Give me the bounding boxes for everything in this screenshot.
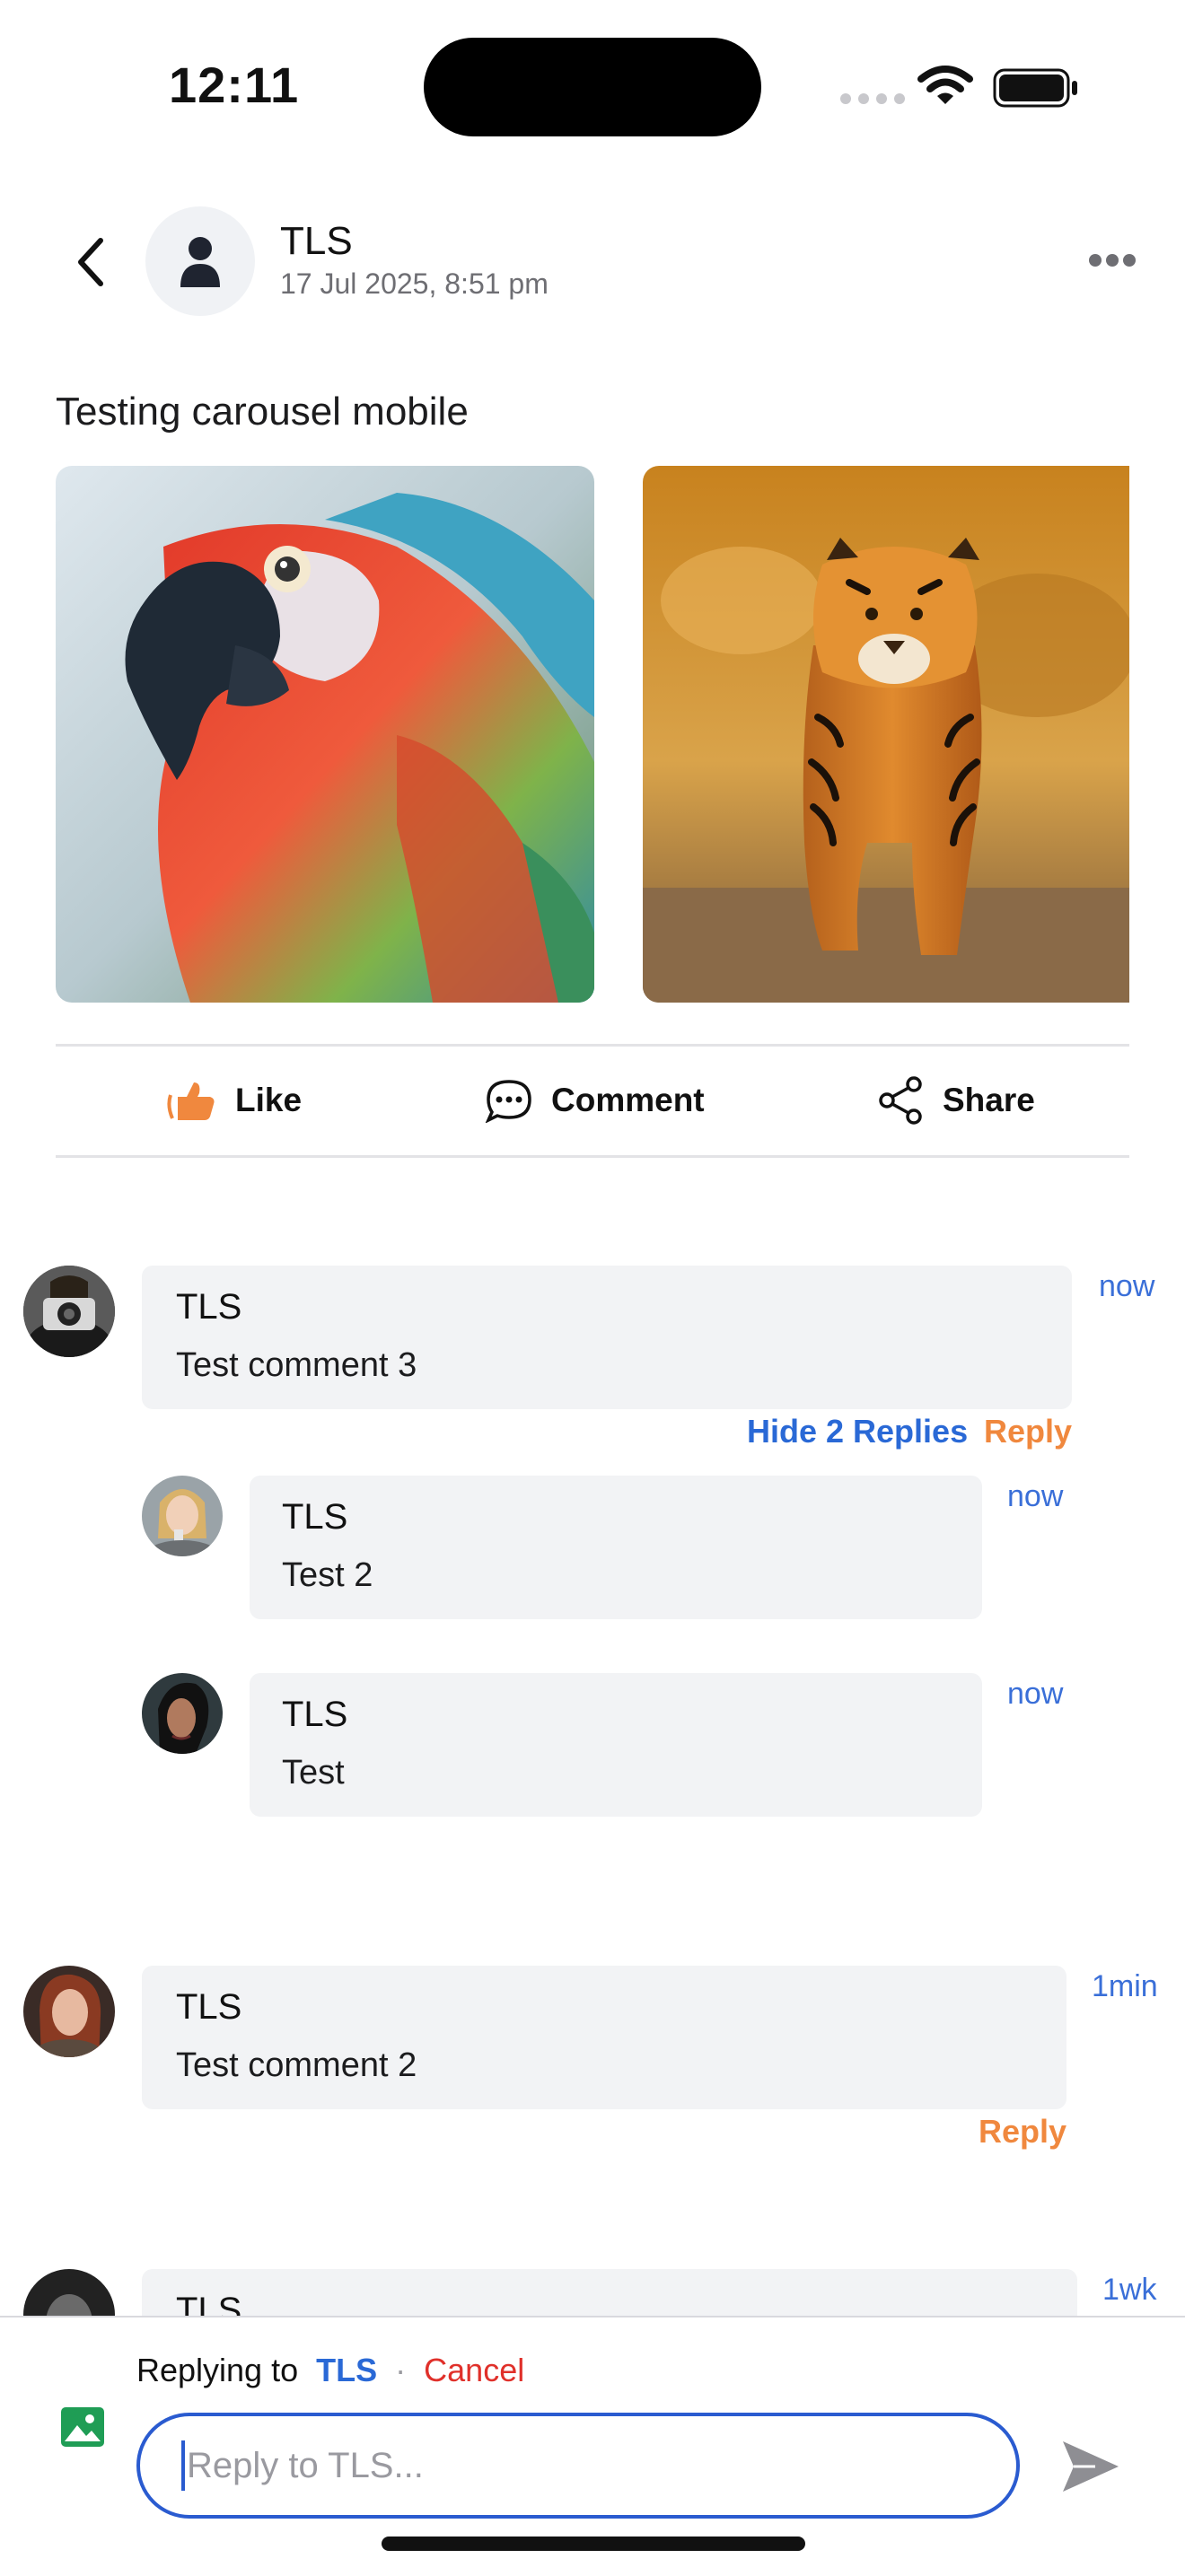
more-icon[interactable] — [1088, 251, 1137, 269]
reply-author[interactable]: TLS — [282, 1695, 347, 1735]
comment-text: Test comment 3 — [176, 1346, 417, 1384]
comment-author[interactable]: TLS — [176, 1287, 241, 1327]
carousel-image-tiger[interactable] — [643, 466, 1129, 1003]
comment-label: Comment — [551, 1082, 705, 1118]
comment-avatar[interactable] — [23, 1966, 115, 2057]
comment-time: 1wk — [1102, 2273, 1157, 2307]
reply-author[interactable]: TLS — [282, 1497, 347, 1538]
like-label: Like — [235, 1082, 303, 1118]
divider-top — [56, 1044, 1129, 1047]
author-name[interactable]: TLS — [280, 219, 353, 264]
replying-prefix: Replying to — [136, 2352, 299, 2388]
wifi-icon — [917, 66, 973, 104]
image-icon[interactable] — [59, 2405, 106, 2449]
comment-icon — [485, 1080, 531, 1123]
signal-icon — [840, 93, 905, 104]
reply-text: Test 2 — [282, 1556, 373, 1594]
text-caret — [181, 2440, 185, 2491]
status-time: 12:11 — [169, 57, 300, 113]
reply-bubble: TLS Test — [250, 1673, 982, 1817]
share-button[interactable]: Share — [878, 1056, 1035, 1145]
comment-bubble: TLS Test comment 2 — [142, 1966, 1066, 2109]
comment-button[interactable]: Comment — [485, 1056, 705, 1145]
comment-text: Test comment 2 — [176, 2046, 417, 2084]
share-icon — [879, 1076, 922, 1125]
reply-input-placeholder: Reply to TLS... — [187, 2445, 424, 2485]
reply-avatar[interactable] — [142, 1673, 223, 1754]
cancel-reply-button[interactable]: Cancel — [424, 2352, 524, 2388]
reply-avatar[interactable] — [142, 1476, 223, 1556]
user-icon — [180, 237, 220, 287]
battery-icon — [993, 68, 1077, 108]
reply-bubble: TLS Test 2 — [250, 1476, 982, 1619]
replying-to-indicator: Replying to TLS · Cancel — [136, 2352, 524, 2389]
like-icon — [167, 1082, 215, 1120]
reply-time: now — [1007, 1479, 1064, 1513]
divider-bottom — [56, 1155, 1129, 1158]
comment-time: now — [1099, 1269, 1155, 1303]
reply-text: Test — [282, 1754, 345, 1792]
author-avatar[interactable] — [145, 206, 255, 316]
reply-time: now — [1007, 1677, 1064, 1711]
dynamic-island — [424, 38, 761, 136]
send-icon[interactable] — [1059, 2438, 1122, 2495]
hide-replies-link[interactable]: Hide 2 Replies — [747, 1413, 968, 1450]
reply-link[interactable]: Reply — [984, 1413, 1072, 1450]
comment-bubble: TLS Test comment 3 — [142, 1266, 1072, 1409]
like-button[interactable]: Like — [167, 1056, 302, 1145]
share-label: Share — [943, 1082, 1035, 1118]
post-text: Testing carousel mobile — [56, 390, 469, 434]
carousel-image-parrot[interactable] — [56, 466, 594, 1003]
comment-avatar[interactable] — [23, 1266, 115, 1357]
comment-author[interactable]: TLS — [176, 1987, 241, 2028]
back-chevron-icon[interactable] — [74, 237, 110, 287]
comment-time: 1min — [1092, 1969, 1158, 2003]
separator: · — [395, 2352, 407, 2388]
replying-target[interactable]: TLS — [316, 2352, 377, 2388]
post-date: 17 Jul 2025, 8:51 pm — [280, 267, 549, 300]
reply-input[interactable]: Reply to TLS... — [136, 2413, 1020, 2519]
home-indicator — [382, 2537, 805, 2551]
reply-link[interactable]: Reply — [979, 2113, 1066, 2151]
